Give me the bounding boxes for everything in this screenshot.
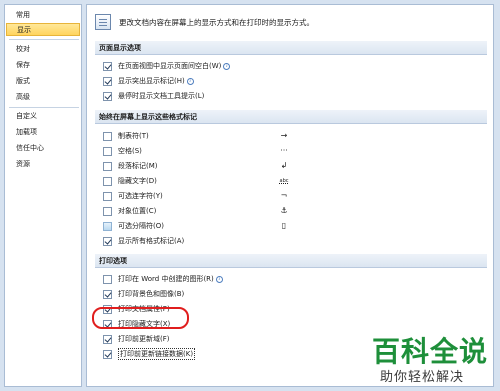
option-object-anchors[interactable]: 对象位置(C): [103, 205, 156, 217]
sidebar-item-layout[interactable]: 版式: [6, 75, 80, 88]
option-update-linked-data[interactable]: 打印前更新链接数据(K): [103, 348, 196, 360]
option-print-drawings[interactable]: 打印在 Word 中创建的图形(R) i: [103, 273, 223, 285]
options-sidebar: 常用 显示 校对 保存 版式 高级 自定义 加载项 信任中心 资源: [4, 4, 82, 387]
intro-row: 更改文档内容在屏幕上的显示方式和在打印时的显示方式。: [95, 11, 314, 33]
checkbox[interactable]: [103, 146, 112, 156]
info-icon: i: [223, 62, 231, 70]
option-label: 打印背景色和图像(B): [118, 290, 185, 298]
checkbox[interactable]: [103, 191, 112, 201]
option-label: 打印前更新域(F): [118, 335, 170, 343]
sidebar-item-proofing[interactable]: 校对: [6, 43, 80, 56]
checkbox[interactable]: [103, 236, 112, 246]
option-show-highlighter[interactable]: 显示突出显示标记(H) i: [103, 75, 194, 87]
sidebar-item-common[interactable]: 常用: [6, 9, 80, 22]
option-label: 对象位置(C): [118, 207, 157, 215]
tab-mark-icon: →: [280, 131, 288, 140]
document-display-icon: [95, 14, 111, 30]
option-label: 制表符(T): [118, 132, 149, 140]
sidebar-item-display[interactable]: 显示: [6, 23, 80, 36]
watermark-title: 百科全说: [372, 335, 489, 368]
option-print-background[interactable]: 打印背景色和图像(B): [103, 288, 184, 300]
checkbox[interactable]: [103, 289, 112, 299]
checkbox[interactable]: [103, 349, 112, 359]
option-optional-breaks[interactable]: 可选分隔符(O): [103, 220, 164, 232]
option-show-all-marks[interactable]: 显示所有格式标记(A): [103, 235, 184, 247]
sidebar-item-customize[interactable]: 自定义: [6, 110, 80, 123]
option-label: 可选连字符(Y): [118, 192, 163, 200]
option-label: 显示突出显示标记(H): [118, 77, 185, 85]
option-label: 悬停时显示文档工具提示(L): [118, 92, 205, 100]
sidebar-item-resources[interactable]: 资源: [6, 158, 80, 171]
option-optional-hyphens[interactable]: 可选连字符(Y): [103, 190, 163, 202]
option-show-whitespace[interactable]: 在页面视图中显示页面间空白(W) i: [103, 60, 231, 72]
hidden-text-mark-icon: abc: [279, 178, 289, 184]
checkbox[interactable]: [103, 76, 112, 86]
checkbox[interactable]: [103, 61, 112, 71]
watermark-subtitle: 助你轻松解决: [380, 370, 465, 385]
print-options-section-header: 打印选项: [95, 254, 487, 268]
checkbox[interactable]: [103, 274, 112, 284]
option-label: 在页面视图中显示页面间空白(W): [118, 62, 222, 70]
annotation-highlight-ring: [92, 307, 189, 329]
intro-text: 更改文档内容在屏幕上的显示方式和在打印时的显示方式。: [119, 17, 314, 27]
sidebar-item-addins[interactable]: 加载项: [6, 126, 80, 139]
info-icon: i: [186, 77, 194, 85]
checkbox[interactable]: [103, 91, 112, 101]
option-tab-characters[interactable]: 制表符(T): [103, 130, 149, 142]
option-label: 隐藏文字(D): [118, 177, 157, 185]
space-mark-icon: ···: [280, 146, 288, 155]
option-update-fields[interactable]: 打印前更新域(F): [103, 333, 170, 345]
watermark-logo: 百科全说 助你轻松解决: [362, 330, 496, 388]
sidebar-item-trust-center[interactable]: 信任中心: [6, 142, 80, 155]
sidebar-item-save[interactable]: 保存: [6, 59, 80, 72]
sidebar-item-advanced[interactable]: 高级: [6, 91, 80, 104]
checkbox[interactable]: [103, 161, 112, 171]
option-hidden-text[interactable]: 隐藏文字(D): [103, 175, 157, 187]
checkbox[interactable]: [103, 206, 112, 216]
optional-hyphen-mark-icon: ¬: [280, 191, 288, 200]
option-label: 显示所有格式标记(A): [118, 237, 185, 245]
checkbox[interactable]: [103, 176, 112, 186]
checkbox[interactable]: [103, 221, 112, 231]
option-label: 空格(S): [118, 147, 142, 155]
option-spaces[interactable]: 空格(S): [103, 145, 142, 157]
option-paragraph-marks[interactable]: 段落标记(M): [103, 160, 158, 172]
checkbox[interactable]: [103, 131, 112, 141]
anchor-mark-icon: ⚓: [280, 206, 288, 215]
option-label: 可选分隔符(O): [118, 222, 164, 230]
option-label: 段落标记(M): [118, 162, 158, 170]
checkbox[interactable]: [103, 334, 112, 344]
sidebar-divider: [9, 39, 79, 40]
option-show-tooltips[interactable]: 悬停时显示文档工具提示(L): [103, 90, 204, 102]
formatting-marks-section-header: 始终在屏幕上显示这些格式标记: [95, 110, 487, 124]
option-label: 打印前更新链接数据(K): [118, 348, 196, 360]
option-label: 打印在 Word 中创建的图形(R): [118, 275, 214, 283]
page-display-section-header: 页面显示选项: [95, 41, 487, 55]
sidebar-divider: [9, 107, 79, 108]
word-options-window: 常用 显示 校对 保存 版式 高级 自定义 加载项 信任中心 资源 更改文档内容…: [0, 0, 500, 391]
optional-break-mark-icon: ▯: [281, 221, 287, 230]
paragraph-mark-icon: ↲: [280, 161, 288, 170]
info-icon: i: [215, 275, 223, 283]
